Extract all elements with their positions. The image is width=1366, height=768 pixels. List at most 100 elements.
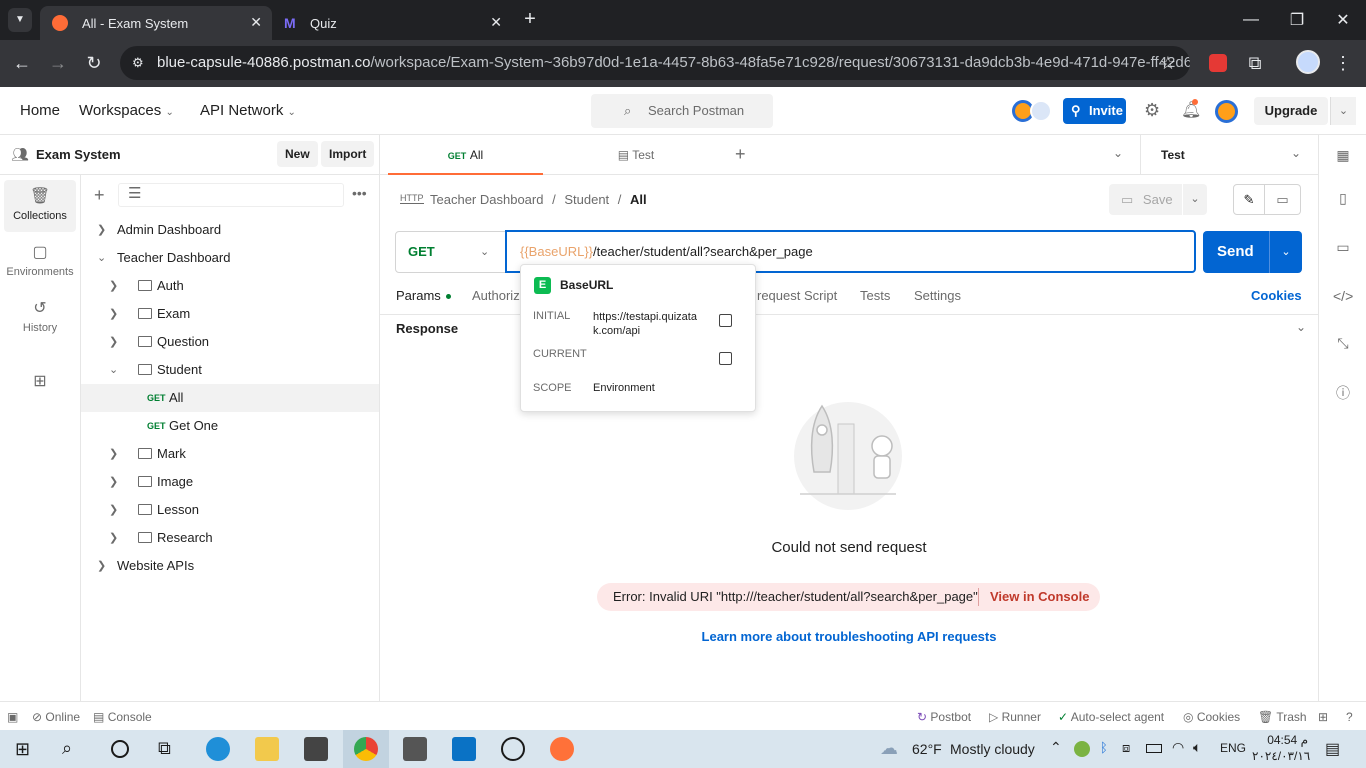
extensions-puzzle-icon[interactable]: ⧉ xyxy=(1240,48,1270,78)
tree-item[interactable]: ❯ Exam xyxy=(81,300,379,328)
alarm-clock-icon[interactable] xyxy=(501,737,525,761)
console-button[interactable]: ▤ Console xyxy=(93,710,152,724)
extension-icon[interactable] xyxy=(1209,54,1227,72)
tab-settings[interactable]: Settings xyxy=(914,288,961,303)
profile-avatar[interactable] xyxy=(1296,50,1320,74)
tab-pre-request-script[interactable]: request Script xyxy=(757,288,837,303)
site-info-icon[interactable]: ⚙ xyxy=(132,46,144,80)
online-status[interactable]: ⊘ Online xyxy=(32,710,80,724)
tree-item[interactable]: ❯ Admin Dashboard xyxy=(81,216,379,244)
browser-tab-active[interactable]: All - Exam System ✕ xyxy=(40,6,272,40)
tree-item-request[interactable]: GET Get One xyxy=(81,412,379,440)
bookmark-star-icon[interactable]: ☆ xyxy=(1153,48,1183,78)
close-tab-icon[interactable]: ✕ xyxy=(490,14,502,31)
tree-item[interactable]: ❯ Question xyxy=(81,328,379,356)
trash-button[interactable]: 🗑︎ Trash xyxy=(1258,710,1307,724)
search-icon[interactable]: ⌕ xyxy=(62,738,72,759)
tab-tests[interactable]: Tests xyxy=(860,288,890,303)
send-button[interactable]: Send ⌄ xyxy=(1203,231,1302,273)
task-view-icon[interactable]: ⧉ xyxy=(158,738,171,759)
upgrade-button[interactable]: Upgrade xyxy=(1254,97,1328,125)
chevron-right-icon[interactable]: ❯ xyxy=(109,496,121,524)
chevron-down-icon[interactable]: ⌄ xyxy=(109,356,121,384)
help-icon[interactable]: ? xyxy=(1346,710,1353,724)
new-request-tab-icon[interactable]: + xyxy=(735,144,746,165)
address-bar[interactable]: ⚙ blue-capsule-40886.postman.co/workspac… xyxy=(120,46,1190,80)
new-tab-button[interactable]: + xyxy=(518,8,542,32)
runner-button[interactable]: ▷ Runner xyxy=(989,710,1041,724)
tray-device-icon[interactable]: ⧈ xyxy=(1122,740,1130,756)
breadcrumb-item[interactable]: Teacher Dashboard xyxy=(430,192,543,207)
response-heading[interactable]: Response xyxy=(396,321,458,336)
response-collapse-chevron-down-icon[interactable]: ⌄ xyxy=(1296,320,1306,334)
sidebar-item-configure[interactable]: ⊞ xyxy=(4,365,76,417)
close-tab-icon[interactable]: ✕ xyxy=(250,14,262,31)
browser-tab-quiz[interactable]: M Quiz ✕ xyxy=(272,6,512,40)
request-tab[interactable]: ▤ Test xyxy=(550,135,722,175)
method-select[interactable]: GET ⌄ xyxy=(395,231,506,273)
bluetooth-icon[interactable]: ᛒ xyxy=(1100,740,1108,755)
weather-desc[interactable]: Mostly cloudy xyxy=(950,741,1035,757)
file-explorer-icon[interactable] xyxy=(255,737,279,761)
tree-item[interactable]: ❯ Auth xyxy=(81,272,379,300)
close-window-button[interactable]: ✕ xyxy=(1320,0,1366,40)
vscode-icon[interactable] xyxy=(452,737,476,761)
api-network-menu[interactable]: API Network ⌄ xyxy=(200,102,296,119)
workspace-name[interactable]: Exam System xyxy=(36,147,121,162)
comments-icon[interactable]: ▭ xyxy=(1333,239,1353,259)
info-icon[interactable]: ⓘ xyxy=(1333,383,1353,403)
firefox-icon[interactable] xyxy=(550,737,574,761)
import-button[interactable]: Import xyxy=(321,141,375,167)
postbot-button[interactable]: ↻ Postbot xyxy=(917,710,971,724)
send-options-chevron-down-icon[interactable]: ⌄ xyxy=(1269,231,1302,273)
two-pane-icon[interactable]: ⊞ xyxy=(1318,710,1328,724)
search-postman-input[interactable]: ⌕ Search Postman xyxy=(591,94,773,128)
breadcrumb-item[interactable]: Student xyxy=(564,192,609,207)
cookies-link[interactable]: Cookies xyxy=(1251,288,1302,303)
related-collections-icon[interactable]: ⤡ xyxy=(1333,335,1353,355)
copy-initial-icon[interactable] xyxy=(719,314,732,327)
documentation-icon[interactable]: ▯ xyxy=(1333,190,1353,210)
chevron-down-icon[interactable]: ⌄ xyxy=(97,244,109,272)
chevron-right-icon[interactable]: ❯ xyxy=(97,216,109,244)
show-hidden-icons-chevron-up-icon[interactable]: ⌃ xyxy=(1050,739,1062,756)
learn-more-link[interactable]: Learn more about troubleshooting API req… xyxy=(600,629,1098,644)
notifications-bell-icon[interactable]: 🔔︎ xyxy=(1181,100,1201,120)
chevron-right-icon[interactable]: ❯ xyxy=(97,552,109,580)
mail-icon[interactable] xyxy=(403,737,427,761)
tree-item[interactable]: ❯ Mark xyxy=(81,440,379,468)
agent-selector[interactable]: ✓ Auto-select agent xyxy=(1058,710,1164,724)
upgrade-chevron-down-icon[interactable]: ⌄ xyxy=(1330,97,1356,125)
tree-item[interactable]: ⌄ Teacher Dashboard xyxy=(81,244,379,272)
sidebar-item-collections[interactable]: 🗑︎ Collections xyxy=(4,180,76,232)
url-variable[interactable]: {{BaseURL}} xyxy=(520,244,593,259)
more-options-icon[interactable]: ••• xyxy=(352,185,367,201)
request-tab-active[interactable]: GET All xyxy=(388,135,543,175)
tray-app-icon[interactable] xyxy=(1074,741,1090,757)
clock-date[interactable]: ٢٠٢٤/٠٣/١٦ xyxy=(1252,749,1310,763)
home-link[interactable]: Home xyxy=(20,102,60,119)
code-icon[interactable]: </> xyxy=(1333,288,1353,308)
new-button[interactable]: New xyxy=(277,141,318,167)
add-collection-icon[interactable]: + xyxy=(94,185,105,206)
volume-icon[interactable]: 🔈︎ xyxy=(1193,739,1201,756)
chevron-right-icon[interactable]: ❯ xyxy=(109,468,121,496)
copy-current-icon[interactable] xyxy=(719,352,732,365)
back-icon[interactable]: ← xyxy=(7,48,37,78)
edge-icon[interactable] xyxy=(206,737,230,761)
edit-pencil-icon[interactable]: ✎ xyxy=(1233,184,1265,215)
chevron-right-icon[interactable]: ❯ xyxy=(109,272,121,300)
tree-item[interactable]: ❯ Research xyxy=(81,524,379,552)
tab-params[interactable]: Params xyxy=(396,288,452,303)
chevron-right-icon[interactable]: ❯ xyxy=(109,328,121,356)
breadcrumb-current[interactable]: All xyxy=(630,192,647,207)
workspaces-menu[interactable]: Workspaces ⌄ xyxy=(79,102,174,119)
invite-button[interactable]: ⚲ Invite xyxy=(1063,98,1126,124)
toggle-sidebar-icon[interactable]: ▣ xyxy=(7,710,18,724)
tree-item[interactable]: ❯ Website APIs xyxy=(81,552,379,580)
settings-gear-icon[interactable]: ⚙ xyxy=(1144,100,1160,121)
user-avatar[interactable] xyxy=(1215,100,1238,123)
windows-start-icon[interactable]: ⊞ xyxy=(15,739,30,760)
sidebar-item-history[interactable]: ↺ History xyxy=(4,292,76,344)
tab-search-button[interactable]: ▼ xyxy=(8,8,32,32)
